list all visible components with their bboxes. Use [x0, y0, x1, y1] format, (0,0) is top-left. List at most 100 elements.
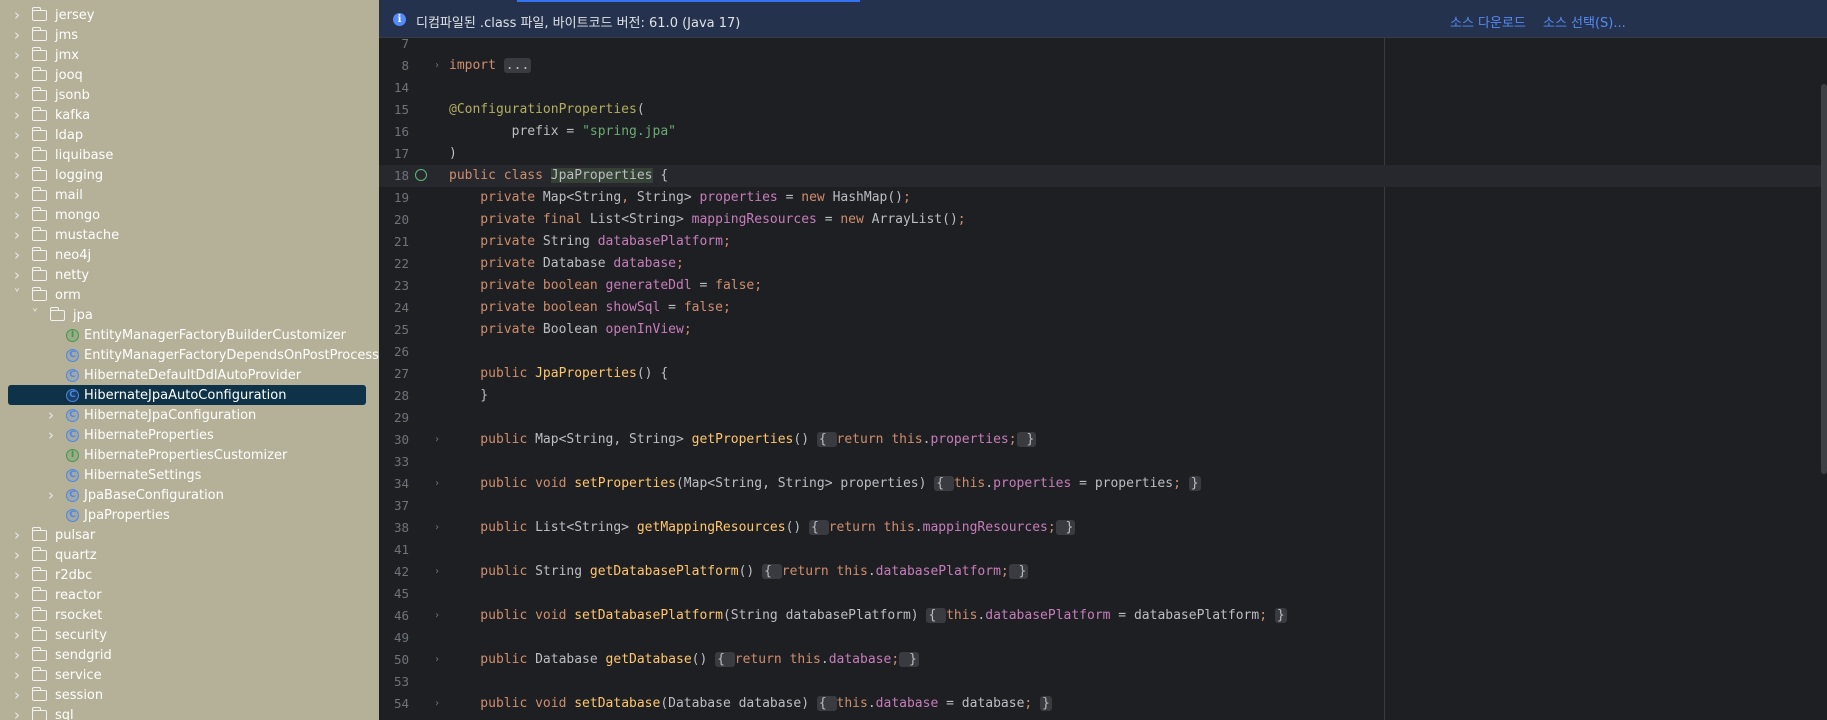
tree-item-service[interactable]: › service: [0, 665, 379, 685]
tree-item-sendgrid[interactable]: › sendgrid: [0, 645, 379, 665]
vertical-scrollbar[interactable]: [1821, 84, 1827, 474]
tree-item-r2dbc[interactable]: › r2dbc: [0, 565, 379, 585]
chevron-right-icon[interactable]: ›: [44, 406, 58, 424]
code-line[interactable]: 54 › public void setDatabase(Database dat…: [379, 693, 1827, 715]
code-line[interactable]: 24 private boolean showSql = false;: [379, 297, 1827, 319]
fold-chevron-icon[interactable]: ›: [434, 473, 444, 495]
code-line[interactable]: 14: [379, 77, 1827, 99]
chevron-right-icon[interactable]: ›: [10, 46, 24, 64]
code-line[interactable]: 16 prefix = "spring.jpa": [379, 121, 1827, 143]
tree-item-security[interactable]: › security: [0, 625, 379, 645]
fold-chevron-icon[interactable]: ›: [434, 55, 444, 77]
tree-item-pulsar[interactable]: › pulsar: [0, 525, 379, 545]
tree-item-jooq[interactable]: › jooq: [0, 65, 379, 85]
chevron-right-icon[interactable]: ›: [10, 626, 24, 644]
code-line[interactable]: 30 › public Map<String, String> getProper…: [379, 429, 1827, 451]
tree-item-hibernatesettings[interactable]: C HibernateSettings: [0, 465, 379, 485]
tree-item-netty[interactable]: › netty: [0, 265, 379, 285]
tree-item-entitymanagerfactorydependsonpostprocessor[interactable]: C EntityManagerFactoryDependsOnPostProces…: [0, 345, 379, 365]
code-line[interactable]: 41: [379, 539, 1827, 561]
chevron-right-icon[interactable]: ›: [44, 486, 58, 504]
code-line[interactable]: 28 }: [379, 385, 1827, 407]
chevron-right-icon[interactable]: ›: [10, 526, 24, 544]
code-line[interactable]: 45: [379, 583, 1827, 605]
code-editor[interactable]: i 디컴파일된 .class 파일, 바이트코드 버전: 61.0 (Java …: [379, 0, 1827, 720]
tree-item-jpa[interactable]: ˅ jpa: [0, 305, 379, 325]
chevron-right-icon[interactable]: ›: [10, 146, 24, 164]
chevron-right-icon[interactable]: ›: [10, 66, 24, 84]
tree-item-jersey[interactable]: › jersey: [0, 5, 379, 25]
code-line[interactable]: 38 › public List<String> getMappingResour…: [379, 517, 1827, 539]
tree-item-jms[interactable]: › jms: [0, 25, 379, 45]
tree-item-session[interactable]: › session: [0, 685, 379, 705]
fold-chevron-icon[interactable]: ›: [434, 429, 444, 451]
tree-item-hibernatedefaultddlautoprovider[interactable]: C HibernateDefaultDdlAutoProvider: [0, 365, 379, 385]
chevron-right-icon[interactable]: ›: [10, 226, 24, 244]
code-line[interactable]: 26: [379, 341, 1827, 363]
tree-item-jpabaseconfiguration[interactable]: › C JpaBaseConfiguration: [0, 485, 379, 505]
implementation-icon[interactable]: [415, 169, 427, 181]
code-line[interactable]: 23 private boolean generateDdl = false;: [379, 275, 1827, 297]
fold-chevron-icon[interactable]: ›: [434, 649, 444, 671]
chevron-right-icon[interactable]: ›: [44, 426, 58, 444]
fold-chevron-icon[interactable]: ›: [434, 517, 444, 539]
chevron-right-icon[interactable]: ›: [10, 166, 24, 184]
code-line[interactable]: 21 private String databasePlatform;: [379, 231, 1827, 253]
tree-item-rsocket[interactable]: › rsocket: [0, 605, 379, 625]
tree-item-kafka[interactable]: › kafka: [0, 105, 379, 125]
chevron-right-icon[interactable]: ›: [10, 106, 24, 124]
tree-item-jmx[interactable]: › jmx: [0, 45, 379, 65]
chevron-right-icon[interactable]: ›: [10, 266, 24, 284]
fold-chevron-icon[interactable]: ›: [434, 605, 444, 627]
code-line[interactable]: 34 › public void setProperties(Map<String…: [379, 473, 1827, 495]
code-line[interactable]: 18 public class JpaProperties {: [379, 165, 1827, 187]
code-line[interactable]: 25 private Boolean openInView;: [379, 319, 1827, 341]
tree-item-hibernatejpaautoconfiguration[interactable]: C HibernateJpaAutoConfiguration: [0, 385, 379, 405]
fold-chevron-icon[interactable]: ›: [434, 693, 444, 715]
tree-item-entitymanagerfactorybuildercustomizer[interactable]: I EntityManagerFactoryBuilderCustomizer: [0, 325, 379, 345]
chevron-right-icon[interactable]: ›: [10, 706, 24, 720]
tree-item-jpaproperties[interactable]: C JpaProperties: [0, 505, 379, 525]
code-line[interactable]: 46 › public void setDatabasePlatform(Stri…: [379, 605, 1827, 627]
chevron-right-icon[interactable]: ›: [10, 566, 24, 584]
tree-item-jsonb[interactable]: › jsonb: [0, 85, 379, 105]
chevron-right-icon[interactable]: ›: [10, 646, 24, 664]
choose-sources-link[interactable]: 소스 선택(S)...: [1543, 12, 1626, 31]
chevron-right-icon[interactable]: ›: [10, 586, 24, 604]
code-line[interactable]: 33: [379, 451, 1827, 473]
tree-item-mustache[interactable]: › mustache: [0, 225, 379, 245]
code-line[interactable]: 20 private final List<String> mappingRes…: [379, 209, 1827, 231]
chevron-right-icon[interactable]: ›: [10, 186, 24, 204]
tree-item-hibernateproperties[interactable]: › C HibernateProperties: [0, 425, 379, 445]
chevron-right-icon[interactable]: ›: [10, 86, 24, 104]
tree-item-orm[interactable]: ˅ orm: [0, 285, 379, 305]
tree-item-mongo[interactable]: › mongo: [0, 205, 379, 225]
code-line[interactable]: 27 public JpaProperties() {: [379, 363, 1827, 385]
tree-item-hibernatepropertiescustomizer[interactable]: I HibernatePropertiesCustomizer: [0, 445, 379, 465]
chevron-right-icon[interactable]: ›: [10, 26, 24, 44]
code-line[interactable]: 37: [379, 495, 1827, 517]
code-line[interactable]: 22 private Database database;: [379, 253, 1827, 275]
tree-item-reactor[interactable]: › reactor: [0, 585, 379, 605]
code-line[interactable]: 49: [379, 627, 1827, 649]
code-line[interactable]: 19 private Map<String, String> propertie…: [379, 187, 1827, 209]
fold-chevron-icon[interactable]: ›: [434, 561, 444, 583]
tree-item-quartz[interactable]: › quartz: [0, 545, 379, 565]
code-line[interactable]: 8 › import ...: [379, 55, 1827, 77]
tree-item-ldap[interactable]: › ldap: [0, 125, 379, 145]
tree-item-mail[interactable]: › mail: [0, 185, 379, 205]
chevron-down-icon[interactable]: ˅: [10, 288, 24, 303]
code-line[interactable]: 7: [379, 33, 1827, 55]
download-sources-link[interactable]: 소스 다운로드: [1450, 12, 1526, 31]
code-line[interactable]: 50 › public Database getDatabase() { retu…: [379, 649, 1827, 671]
tree-item-liquibase[interactable]: › liquibase: [0, 145, 379, 165]
code-line[interactable]: 53: [379, 671, 1827, 693]
chevron-right-icon[interactable]: ›: [10, 666, 24, 684]
tree-item-logging[interactable]: › logging: [0, 165, 379, 185]
code-line[interactable]: 42 › public String getDatabasePlatform() …: [379, 561, 1827, 583]
code-line[interactable]: 15 @ConfigurationProperties(: [379, 99, 1827, 121]
chevron-right-icon[interactable]: ›: [10, 6, 24, 24]
chevron-right-icon[interactable]: ›: [10, 606, 24, 624]
code-line[interactable]: 29: [379, 407, 1827, 429]
tree-item-sql[interactable]: › sql: [0, 705, 379, 720]
